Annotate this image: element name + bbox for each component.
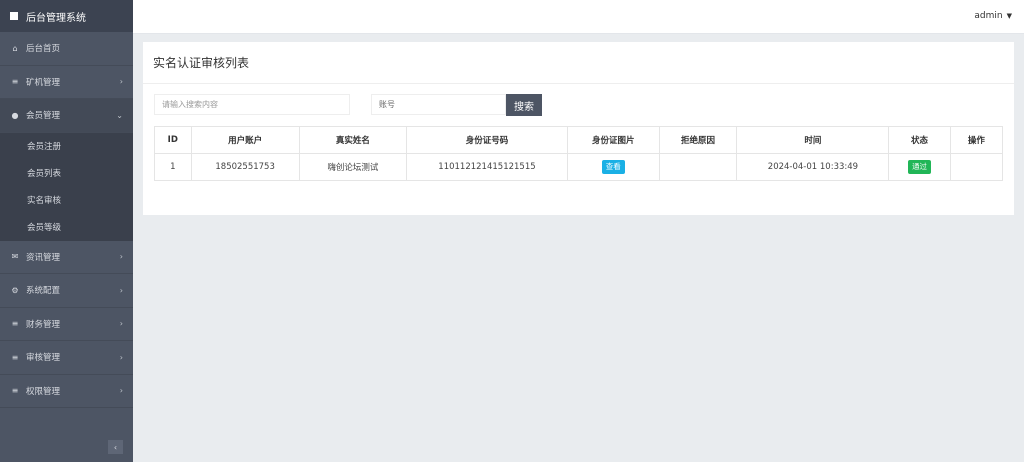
chevron-right-icon: › (119, 319, 123, 329)
main-panel: 实名认证审核列表 搜索 ID 用户账户 真实姓名 身份证号码 身份证图片 拒绝原… (143, 42, 1014, 215)
submenu-item-label: 会员注册 (27, 142, 62, 152)
sidebar-item-miner[interactable]: ≡ 矿机管理 › (0, 66, 133, 99)
list-icon: ≡ (11, 319, 19, 329)
submenu-item-register[interactable]: 会员注册 (0, 133, 133, 160)
cell-name: 嗨创论坛测试 (298, 153, 408, 181)
chevron-right-icon: › (119, 386, 123, 396)
sidebar-item-label: 会员管理 (26, 111, 61, 122)
verification-table: ID 用户账户 真实姓名 身份证号码 身份证图片 拒绝原因 时间 状态 操作 1… (154, 126, 1004, 181)
cogs-icon: ⚙ (11, 285, 19, 295)
envelope-icon: ✉ (11, 252, 19, 262)
username: admin (974, 11, 1003, 21)
sidebar: 后台管理系统 ⌂ 后台首页 ≡ 矿机管理 › ● 会员管理 ⌄ 会员注册 会员列… (0, 0, 133, 462)
submenu-item-list[interactable]: 会员列表 (0, 160, 133, 187)
submenu-item-label: 会员等级 (27, 223, 62, 233)
cell-idcard: 110112121415121515 (406, 153, 568, 181)
user-icon: ● (11, 110, 19, 120)
search-button[interactable]: 搜索 (506, 94, 542, 116)
sidebar-item-label: 财务管理 (26, 319, 61, 330)
search-input[interactable] (154, 94, 350, 115)
table-header-row: ID 用户账户 真实姓名 身份证号码 身份证图片 拒绝原因 时间 状态 操作 (154, 126, 1004, 154)
cell-account: 18502551753 (190, 153, 300, 181)
sidebar-item-label: 系统配置 (26, 286, 61, 297)
sidebar-item-home[interactable]: ⌂ 后台首页 (0, 32, 133, 66)
home-icon: ⌂ (12, 43, 18, 53)
sidebar-item-audit[interactable]: ≡ 审核管理 › (0, 341, 133, 375)
sidebar-item-news[interactable]: ✉ 资讯管理 › (0, 241, 133, 274)
member-submenu: 会员注册 会员列表 实名审核 会员等级 (0, 132, 133, 241)
column-header: 用户账户 (190, 126, 300, 154)
topbar: admin ▼ (133, 0, 1024, 34)
sidebar-item-label: 审核管理 (26, 353, 61, 364)
submenu-item-label: 会员列表 (27, 169, 62, 179)
brand[interactable]: 后台管理系统 (0, 0, 133, 32)
column-header: 操作 (949, 126, 1004, 154)
chevron-right-icon: › (119, 77, 123, 87)
sidebar-menu: ⌂ 后台首页 ≡ 矿机管理 › ● 会员管理 ⌄ 会员注册 会员列表 实名审核 … (0, 32, 133, 408)
column-header: 真实姓名 (298, 126, 408, 154)
sidebar-collapse-button[interactable]: ‹ (108, 440, 123, 454)
column-header: 身份证图片 (566, 126, 660, 154)
cell-image: 查看 (566, 153, 660, 181)
account-input[interactable] (371, 94, 506, 115)
sidebar-item-label: 资讯管理 (26, 252, 61, 263)
sidebar-item-label: 后台首页 (26, 44, 61, 55)
view-image-button[interactable]: 查看 (601, 160, 625, 174)
column-header: 拒绝原因 (658, 126, 738, 154)
list-icon: ≡ (11, 77, 19, 87)
chevron-right-icon: › (119, 285, 123, 295)
sidebar-item-members[interactable]: ● 会员管理 ⌄ (0, 99, 133, 133)
page-title: 实名认证审核列表 (143, 42, 1014, 84)
list-icon: ≡ (11, 386, 19, 396)
chevron-right-icon: › (119, 352, 123, 362)
list-icon: ≡ (11, 352, 19, 362)
sidebar-item-label: 权限管理 (26, 386, 61, 397)
chevron-left-icon: ‹ (113, 442, 118, 452)
submenu-item-verify[interactable]: 实名审核 (0, 187, 133, 214)
app-title: 后台管理系统 (26, 12, 86, 24)
user-menu[interactable]: admin ▼ (974, 11, 1012, 21)
sidebar-item-label: 矿机管理 (26, 77, 61, 88)
cell-reason (658, 153, 738, 181)
logo-square-icon (10, 12, 18, 20)
cell-action (949, 153, 1004, 181)
cell-status: 通过 (888, 153, 951, 181)
column-header: 身份证号码 (406, 126, 568, 154)
sidebar-item-system[interactable]: ⚙ 系统配置 › (0, 274, 133, 308)
column-header: ID (154, 126, 192, 154)
status-badge: 通过 (908, 160, 932, 174)
sidebar-item-finance[interactable]: ≡ 财务管理 › (0, 308, 133, 341)
chevron-down-icon: ⌄ (116, 110, 123, 120)
cell-time: 2024-04-01 10:33:49 (736, 153, 890, 181)
sidebar-item-permission[interactable]: ≡ 权限管理 › (0, 375, 133, 408)
submenu-item-level[interactable]: 会员等级 (0, 214, 133, 241)
table-row: 1 18502551753 嗨创论坛测试 110112121415121515 … (154, 153, 1004, 181)
cell-id: 1 (154, 153, 192, 181)
caret-down-icon: ▼ (1006, 12, 1012, 20)
submenu-item-label: 实名审核 (27, 196, 62, 206)
column-header: 状态 (888, 126, 951, 154)
chevron-right-icon: › (119, 252, 123, 262)
column-header: 时间 (736, 126, 890, 154)
